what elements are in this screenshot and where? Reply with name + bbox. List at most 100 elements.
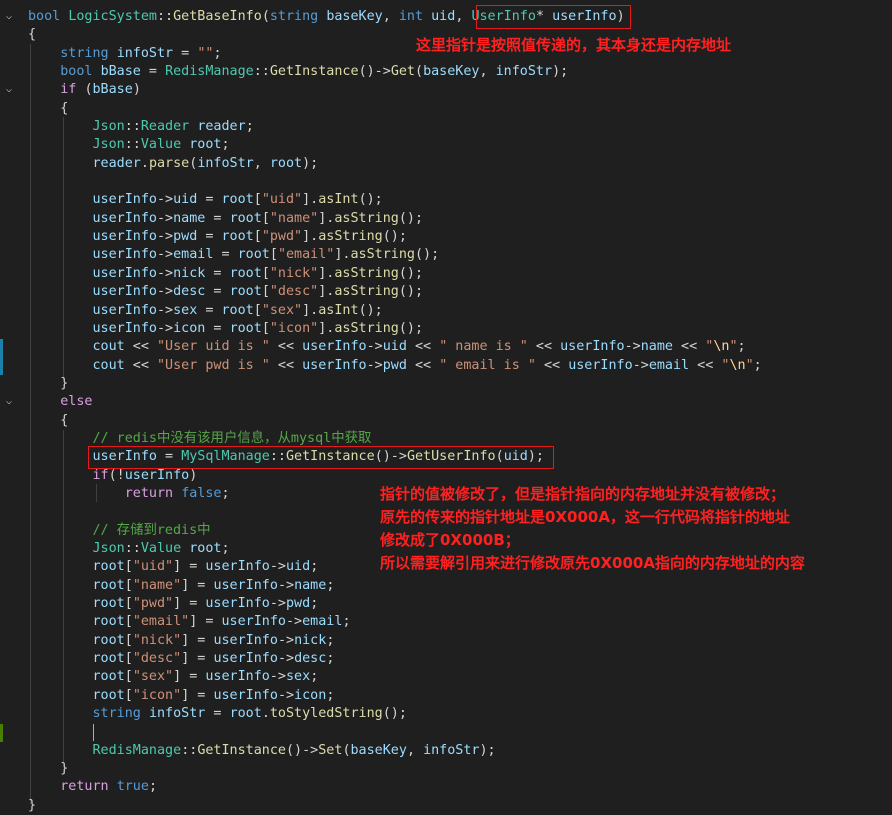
code-token: :: xyxy=(253,64,270,80)
code-line-text: userInfo->uid = root["uid"].asInt(); xyxy=(28,191,383,209)
code-token: "email" xyxy=(277,247,335,263)
code-line[interactable]: userInfo->icon = root["icon"].asString()… xyxy=(0,320,892,338)
code-line[interactable] xyxy=(0,723,892,741)
code-line[interactable]: userInfo->name = root["name"].asString()… xyxy=(0,210,892,228)
code-token: "email" xyxy=(132,614,190,630)
code-token: (); xyxy=(398,284,424,300)
code-token: root xyxy=(221,192,254,208)
code-token: "icon" xyxy=(269,320,319,336)
code-token: nick xyxy=(294,632,327,648)
code-token: infoStr xyxy=(495,64,553,80)
code-line[interactable]: RedisManage::GetInstance()->Set(baseKey,… xyxy=(0,742,892,760)
code-token: (! xyxy=(108,467,125,483)
code-token: baseKey xyxy=(423,64,480,80)
code-line-text: userInfo->desc = root["desc"].asString()… xyxy=(28,283,424,301)
code-line[interactable]: root["icon"] = userInfo->icon; xyxy=(0,687,892,705)
code-token: [ xyxy=(124,559,133,575)
code-token: "name" xyxy=(269,210,319,226)
highlight-box-parameter xyxy=(476,5,631,29)
code-line-text: root["desc"] = userInfo->desc; xyxy=(28,650,335,668)
code-line[interactable] xyxy=(0,173,892,191)
code-token: ; xyxy=(245,119,254,135)
code-line[interactable]: userInfo->uid = root["uid"].asInt(); xyxy=(0,191,892,209)
code-line[interactable]: } xyxy=(0,760,892,778)
code-line[interactable]: userInfo->sex = root["sex"].asInt(); xyxy=(0,302,892,320)
code-line[interactable]: userInfo->nick = root["nick"].asString()… xyxy=(0,265,892,283)
code-token: GetInstance xyxy=(197,742,286,758)
fold-chevron-icon[interactable]: ⌵ xyxy=(6,8,12,26)
text-cursor xyxy=(93,724,94,741)
code-line[interactable]: { xyxy=(0,100,892,118)
code-token: "pwd" xyxy=(132,596,174,611)
fold-chevron-icon[interactable]: ⌵ xyxy=(6,81,12,99)
code-token: (); xyxy=(358,192,383,208)
code-token: pwd xyxy=(286,596,311,611)
code-token: Json xyxy=(92,119,125,135)
code-line[interactable]: return true; xyxy=(0,778,892,796)
code-token: -> xyxy=(157,320,174,336)
code-line[interactable]: userInfo->email = root["email"].asString… xyxy=(0,246,892,264)
code-token: root xyxy=(237,247,270,263)
code-token: userInfo xyxy=(568,357,633,373)
code-line[interactable]: userInfo->pwd = root["pwd"].asString(); xyxy=(0,228,892,246)
code-token: false xyxy=(181,485,222,501)
code-token: root xyxy=(229,265,262,281)
code-token: (); xyxy=(382,706,407,722)
code-token: -> xyxy=(277,577,295,593)
code-token: ]. xyxy=(334,247,351,263)
code-token: Get xyxy=(390,64,415,80)
code-line[interactable]: root["pwd"] = userInfo->pwd; xyxy=(0,595,892,613)
code-line[interactable]: root["email"] = userInfo->email; xyxy=(0,613,892,631)
code-line[interactable]: reader.parse(infoStr, root); xyxy=(0,155,892,173)
fold-chevron-icon[interactable]: ⌵ xyxy=(6,393,12,411)
code-line[interactable]: } xyxy=(0,375,892,393)
code-line-text: return true; xyxy=(28,778,157,796)
code-token: << xyxy=(406,357,440,373)
code-line[interactable]: root["desc"] = userInfo->desc; xyxy=(0,650,892,668)
code-token: -> xyxy=(277,651,295,667)
code-line[interactable]: cout << "User pwd is " << userInfo->pwd … xyxy=(0,357,892,375)
code-token: , xyxy=(382,9,399,24)
code-token: name xyxy=(294,577,327,593)
code-line[interactable]: string infoStr = root.toStyledString(); xyxy=(0,705,892,723)
code-line[interactable]: { xyxy=(0,412,892,430)
code-token: ()-> xyxy=(286,742,319,758)
code-line-text: Json::Reader reader; xyxy=(28,118,254,136)
code-line-text: root["pwd"] = userInfo->pwd; xyxy=(28,595,319,613)
code-line-text: } xyxy=(28,375,68,393)
code-line[interactable]: ⌵ bool LogicSystem::GetBaseInfo(string ba… xyxy=(0,8,892,26)
code-editor[interactable]: ⌵ bool LogicSystem::GetBaseInfo(string ba… xyxy=(0,8,892,815)
code-line[interactable]: bool bBase = RedisManage::GetInstance()-… xyxy=(0,63,892,81)
code-line[interactable]: ⌵ if (bBase) xyxy=(0,81,892,99)
code-line[interactable]: userInfo->desc = root["desc"].asString()… xyxy=(0,283,892,301)
code-line[interactable]: } xyxy=(0,797,892,815)
code-line[interactable]: root["name"] = userInfo->name; xyxy=(0,577,892,595)
code-token: userInfo xyxy=(213,577,278,593)
code-token: reader xyxy=(92,155,141,171)
code-token: -> xyxy=(269,596,286,611)
code-token: [ xyxy=(253,192,262,208)
code-line[interactable]: cout << "User uid is " << userInfo->uid … xyxy=(0,338,892,356)
code-token: " name is " xyxy=(439,339,528,355)
code-line[interactable]: Json::Value root; xyxy=(0,136,892,154)
code-token: return xyxy=(124,485,182,501)
code-token: -> xyxy=(366,357,383,373)
code-token: asString xyxy=(334,320,399,336)
code-token: root xyxy=(92,559,125,575)
code-token: uid xyxy=(382,339,407,355)
code-line[interactable]: Json::Reader reader; xyxy=(0,118,892,136)
code-line[interactable]: root["nick"] = userInfo->nick; xyxy=(0,632,892,650)
code-token: (); xyxy=(398,265,424,281)
code-token: ( xyxy=(342,742,351,758)
code-line[interactable]: ⌵ else xyxy=(0,393,892,411)
code-token: userInfo xyxy=(213,687,278,703)
code-line[interactable]: if(!userInfo) xyxy=(0,467,892,485)
code-line[interactable]: root["sex"] = userInfo->sex; xyxy=(0,668,892,686)
code-token: << xyxy=(406,339,440,355)
code-token: -> xyxy=(157,247,174,263)
code-token: cout xyxy=(92,357,125,373)
code-token: userInfo xyxy=(205,559,270,575)
